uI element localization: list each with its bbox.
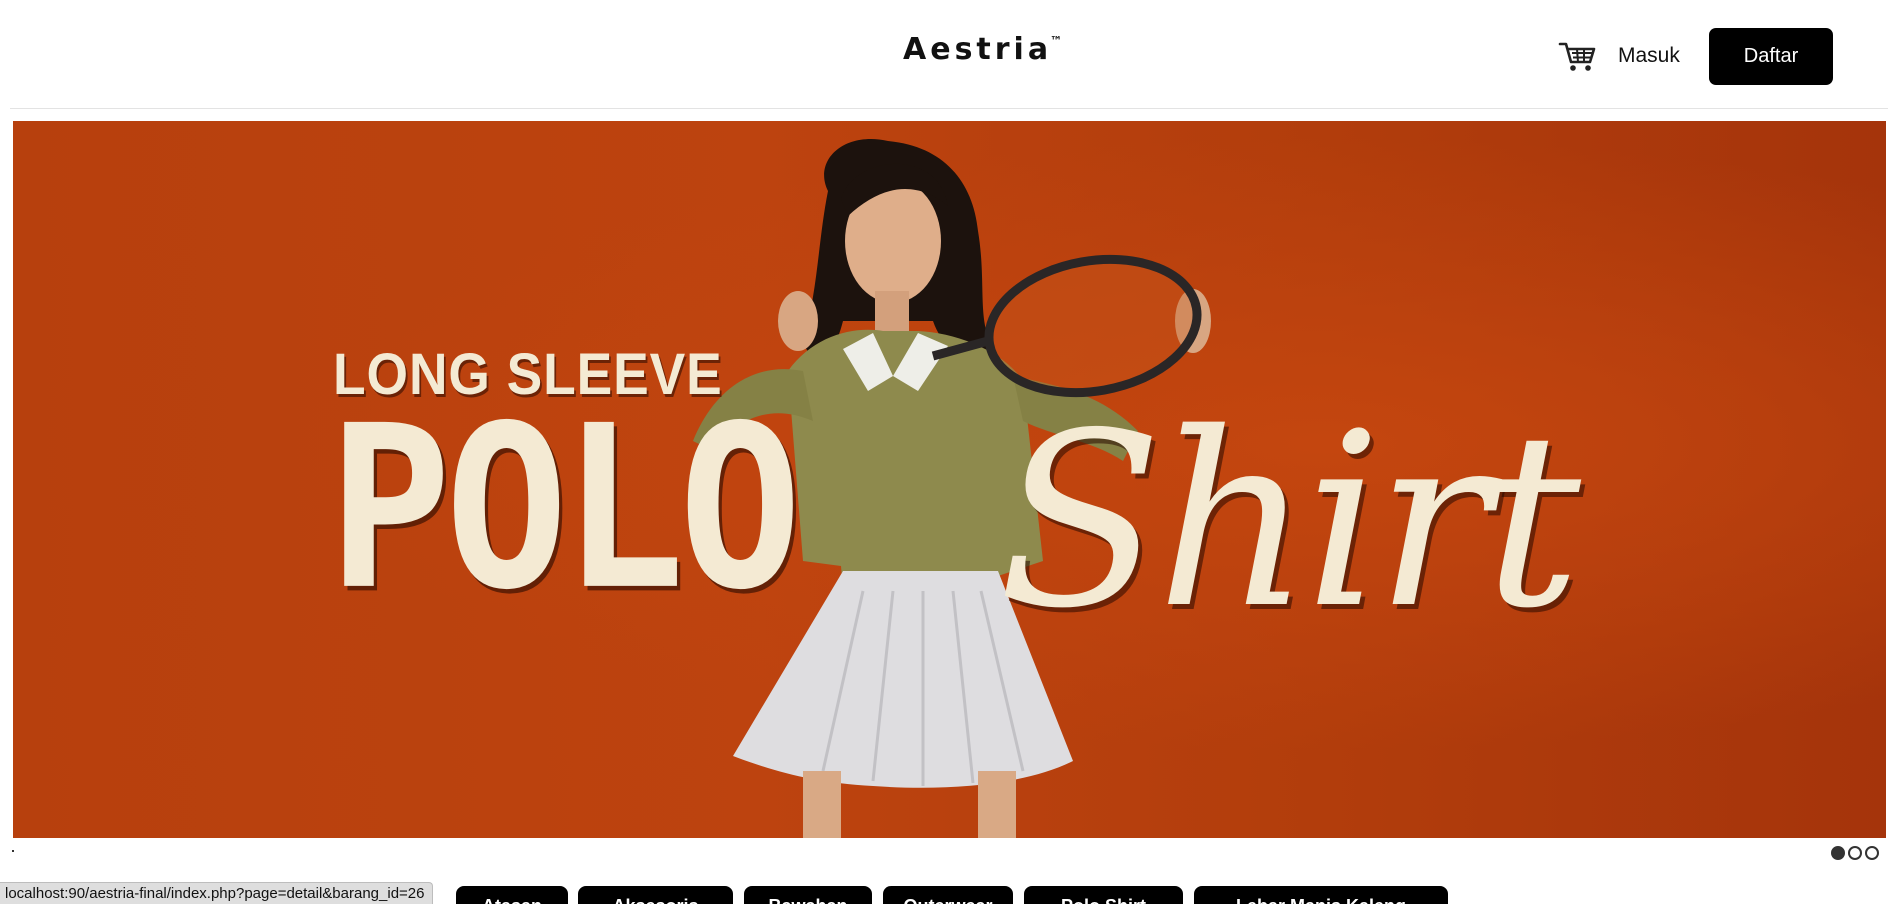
category-tab[interactable]: Bawahan bbox=[744, 886, 872, 904]
status-bar-url: localhost:90/aestria-final/index.php?pag… bbox=[0, 882, 434, 904]
category-tab[interactable]: Polo Shirt bbox=[1024, 886, 1183, 904]
carousel-dot-2[interactable] bbox=[1848, 846, 1862, 860]
stray-dot bbox=[12, 850, 14, 852]
page: Aestria™ Masuk Daftar LONG SLEEVE POLO S… bbox=[0, 0, 1898, 904]
category-tab[interactable]: Aksesoris bbox=[578, 886, 733, 904]
register-button[interactable]: Daftar bbox=[1709, 28, 1833, 85]
brand-name: Aestria bbox=[903, 32, 1053, 67]
category-tab[interactable]: Atasan bbox=[456, 886, 568, 904]
trademark-mark: ™ bbox=[1050, 34, 1063, 48]
carousel-dot-1[interactable] bbox=[1831, 846, 1845, 860]
top-header: Aestria™ Masuk Daftar bbox=[10, 0, 1888, 109]
brand-logo[interactable]: Aestria™ bbox=[903, 32, 1064, 67]
banner-headline-polo: POLO bbox=[328, 377, 802, 639]
login-link[interactable]: Masuk bbox=[1618, 44, 1680, 68]
banner-headline-shirt: Shirt bbox=[998, 381, 1581, 661]
carousel-indicators bbox=[1831, 846, 1879, 860]
hero-banner[interactable]: LONG SLEEVE POLO Shirt bbox=[13, 121, 1886, 838]
model-illustration bbox=[693, 139, 1211, 838]
carousel-dot-3[interactable] bbox=[1865, 846, 1879, 860]
cart-icon[interactable] bbox=[1558, 40, 1598, 74]
category-tab[interactable]: Lebar Manis Kaleng bbox=[1194, 886, 1448, 904]
category-tab[interactable]: Outerwear bbox=[883, 886, 1013, 904]
